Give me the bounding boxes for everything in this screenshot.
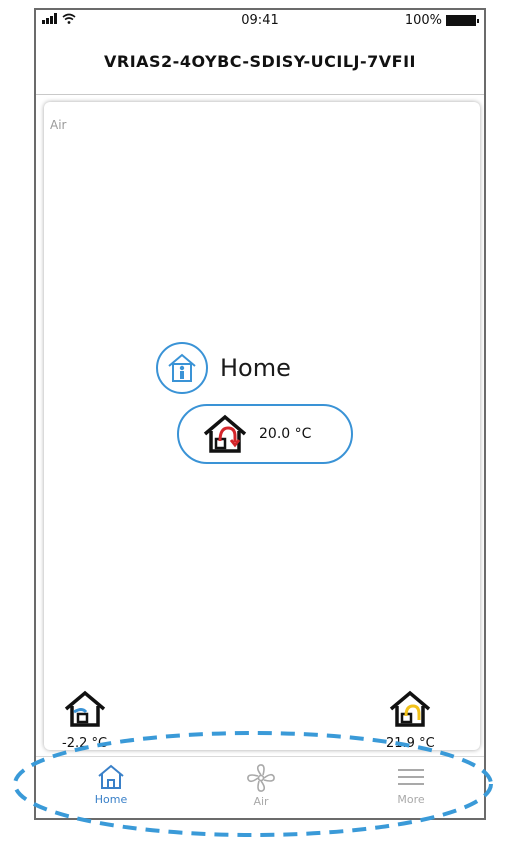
battery-percent: 100% <box>404 13 442 28</box>
setpoint-value: 20.0 °C <box>259 426 312 442</box>
status-bar: 09:41 100% <box>36 10 484 32</box>
highlight-dashed-ellipse <box>13 731 493 837</box>
header-divider <box>36 94 484 95</box>
home-person-icon <box>156 342 208 394</box>
device-title: VRIAS2-4OYBC-SDISY-UCILJ-7VFII <box>103 52 416 71</box>
house-heating-icon <box>203 414 247 453</box>
house-outdoor-air-icon <box>64 690 105 727</box>
air-card: Air Home 20.0 °C -2.2 °C 21.9 °C <box>44 102 480 751</box>
mode-selector[interactable]: Home <box>156 342 291 394</box>
setpoint-button[interactable]: 20.0 °C <box>177 404 353 464</box>
battery-icon <box>446 15 479 26</box>
card-label: Air <box>50 118 67 132</box>
house-exhaust-air-icon <box>390 690 431 727</box>
phone-frame: 09:41 100% VRIAS2-4OYBC-SDISY-UCILJ-7VFI… <box>34 8 486 820</box>
mode-label: Home <box>220 354 291 382</box>
battery-group: 100% <box>404 13 479 28</box>
